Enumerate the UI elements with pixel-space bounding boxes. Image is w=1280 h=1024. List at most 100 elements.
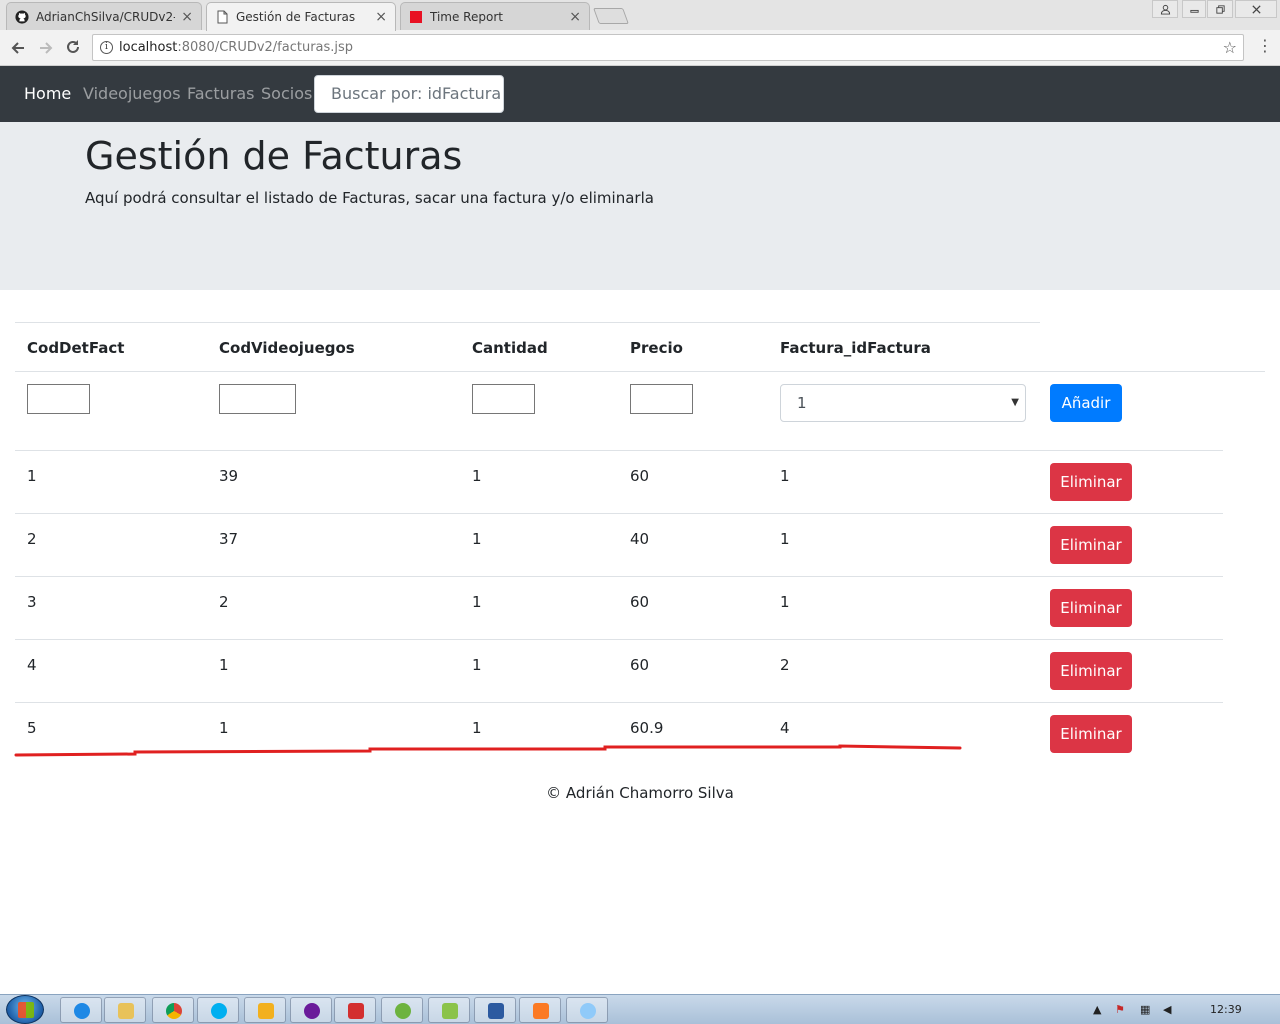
header-coddetfact: CodDetFact bbox=[27, 339, 125, 357]
cell-cantidad: 1 bbox=[472, 530, 482, 548]
header-cantidad: Cantidad bbox=[472, 339, 548, 357]
cell-precio: 60.9 bbox=[630, 719, 664, 737]
url-path: :8080/CRUDv2/facturas.jsp bbox=[177, 40, 354, 55]
close-icon[interactable]: × bbox=[569, 9, 581, 25]
cell-cantidad: 1 bbox=[472, 593, 482, 611]
new-tab-button[interactable] bbox=[593, 8, 629, 24]
nav-videojuegos[interactable]: Videojuegos bbox=[83, 84, 181, 103]
cantidad-input[interactable] bbox=[472, 384, 535, 414]
cell-coddetfact: 1 bbox=[27, 467, 37, 485]
precio-input[interactable] bbox=[630, 384, 693, 414]
skype-icon[interactable] bbox=[197, 997, 239, 1023]
delete-button[interactable]: Eliminar bbox=[1050, 526, 1132, 564]
close-icon[interactable]: × bbox=[181, 9, 193, 25]
taskbar-clock[interactable]: 12:39 bbox=[1210, 1003, 1242, 1016]
info-icon[interactable]: i bbox=[100, 41, 113, 54]
cell-cantidad: 1 bbox=[472, 656, 482, 674]
restore-icon[interactable] bbox=[1207, 0, 1233, 18]
cell-codvideojuegos: 2 bbox=[219, 593, 229, 611]
cell-coddetfact: 3 bbox=[27, 593, 37, 611]
delete-button[interactable]: Eliminar bbox=[1050, 463, 1132, 501]
cell-factura-idfactura: 2 bbox=[780, 656, 790, 674]
cell-precio: 40 bbox=[630, 530, 650, 548]
virtualbox-icon[interactable] bbox=[474, 997, 516, 1023]
volume-icon[interactable]: ◀ bbox=[1163, 1003, 1171, 1016]
tab-title: AdrianChSilva/CRUDv2-V bbox=[36, 9, 176, 24]
file-explorer-icon[interactable] bbox=[104, 997, 146, 1023]
cell-cantidad: 1 bbox=[472, 467, 482, 485]
cell-precio: 60 bbox=[630, 656, 650, 674]
table-border bbox=[15, 702, 1223, 703]
codvideojuegos-input[interactable] bbox=[219, 384, 296, 414]
header-precio: Precio bbox=[630, 339, 683, 357]
tab-title: Time Report bbox=[430, 9, 503, 24]
reload-icon[interactable] bbox=[64, 38, 82, 56]
network-icon[interactable]: ▦ bbox=[1140, 1003, 1150, 1016]
browser-tab-strip: AdrianChSilva/CRUDv2-V × Gestión de Fact… bbox=[0, 0, 1280, 31]
paint-icon[interactable] bbox=[566, 997, 608, 1023]
browser-toolbar: i localhost:8080/CRUDv2/facturas.jsp ☆ ⋮ bbox=[0, 30, 1280, 66]
outlook-icon[interactable] bbox=[244, 997, 286, 1023]
nav-home[interactable]: Home bbox=[24, 84, 71, 103]
address-bar[interactable]: i localhost:8080/CRUDv2/facturas.jsp ☆ bbox=[92, 34, 1244, 61]
windows-taskbar: ▲ ⚑ ▦ ◀ 12:39 bbox=[0, 994, 1280, 1024]
cell-coddetfact: 4 bbox=[27, 656, 37, 674]
tab-time-report[interactable]: Time Report × bbox=[400, 2, 590, 30]
cell-coddetfact: 2 bbox=[27, 530, 37, 548]
delete-button[interactable]: Eliminar bbox=[1050, 652, 1132, 690]
cell-precio: 60 bbox=[630, 593, 650, 611]
page-title: Gestión de Facturas bbox=[85, 134, 463, 178]
window-close-icon[interactable] bbox=[1235, 0, 1277, 18]
table-border bbox=[15, 322, 1040, 323]
forward-icon[interactable] bbox=[37, 39, 55, 57]
minimize-icon[interactable] bbox=[1182, 0, 1206, 18]
tab-gestion-facturas[interactable]: Gestión de Facturas × bbox=[206, 2, 396, 31]
back-icon[interactable] bbox=[9, 39, 27, 57]
menu-icon[interactable]: ⋮ bbox=[1257, 36, 1273, 55]
cell-codvideojuegos: 39 bbox=[219, 467, 239, 485]
jumbotron: Gestión de Facturas Aquí podrá consultar… bbox=[0, 122, 1280, 290]
tab-github[interactable]: AdrianChSilva/CRUDv2-V × bbox=[6, 2, 202, 30]
factura-select-value: 1 bbox=[797, 394, 807, 412]
notepad-icon[interactable] bbox=[428, 997, 470, 1023]
coddetfact-input[interactable] bbox=[27, 384, 90, 414]
cell-precio: 60 bbox=[630, 467, 650, 485]
action-center-icon[interactable]: ⚑ bbox=[1115, 1003, 1125, 1016]
header-factura-idfactura: Factura_idFactura bbox=[780, 339, 931, 357]
cell-codvideojuegos: 1 bbox=[219, 719, 229, 737]
table-border bbox=[15, 639, 1223, 640]
cell-factura-idfactura: 1 bbox=[780, 530, 790, 548]
factura-select[interactable]: 1 ▼ bbox=[780, 384, 1026, 422]
tray-expand-icon[interactable]: ▲ bbox=[1093, 1003, 1101, 1016]
start-button-icon[interactable] bbox=[6, 995, 44, 1024]
nav-socios[interactable]: Socios bbox=[261, 84, 312, 103]
bookmark-star-icon[interactable]: ☆ bbox=[1223, 35, 1237, 60]
close-icon[interactable]: × bbox=[375, 9, 387, 25]
table-border bbox=[15, 513, 1223, 514]
chrome-icon[interactable] bbox=[152, 997, 194, 1023]
delete-button[interactable]: Eliminar bbox=[1050, 589, 1132, 627]
search-input[interactable]: Buscar por: idFactura o bbox=[314, 75, 504, 113]
add-button[interactable]: Añadir bbox=[1050, 384, 1122, 422]
cell-codvideojuegos: 37 bbox=[219, 530, 239, 548]
pdf-icon[interactable] bbox=[334, 997, 376, 1023]
cell-factura-idfactura: 1 bbox=[780, 467, 790, 485]
caret-down-icon: ▼ bbox=[1011, 397, 1019, 408]
internet-explorer-icon[interactable] bbox=[60, 997, 102, 1023]
profile-icon[interactable] bbox=[1152, 0, 1178, 18]
delete-button[interactable]: Eliminar bbox=[1050, 715, 1132, 753]
red-square-icon bbox=[410, 10, 422, 23]
xampp-icon[interactable] bbox=[519, 997, 561, 1023]
github-icon bbox=[15, 9, 29, 24]
header-codvideojuegos: CodVideojuegos bbox=[219, 339, 355, 357]
nav-facturas[interactable]: Facturas bbox=[187, 84, 254, 103]
cell-cantidad: 1 bbox=[472, 719, 482, 737]
spring-icon[interactable] bbox=[381, 997, 423, 1023]
cell-codvideojuegos: 1 bbox=[219, 656, 229, 674]
url-host: localhost bbox=[119, 40, 178, 55]
cell-coddetfact: 5 bbox=[27, 719, 37, 737]
cell-factura-idfactura: 1 bbox=[780, 593, 790, 611]
app-icon[interactable] bbox=[290, 997, 332, 1023]
tab-title: Gestión de Facturas bbox=[236, 10, 356, 24]
table-border bbox=[15, 576, 1223, 577]
